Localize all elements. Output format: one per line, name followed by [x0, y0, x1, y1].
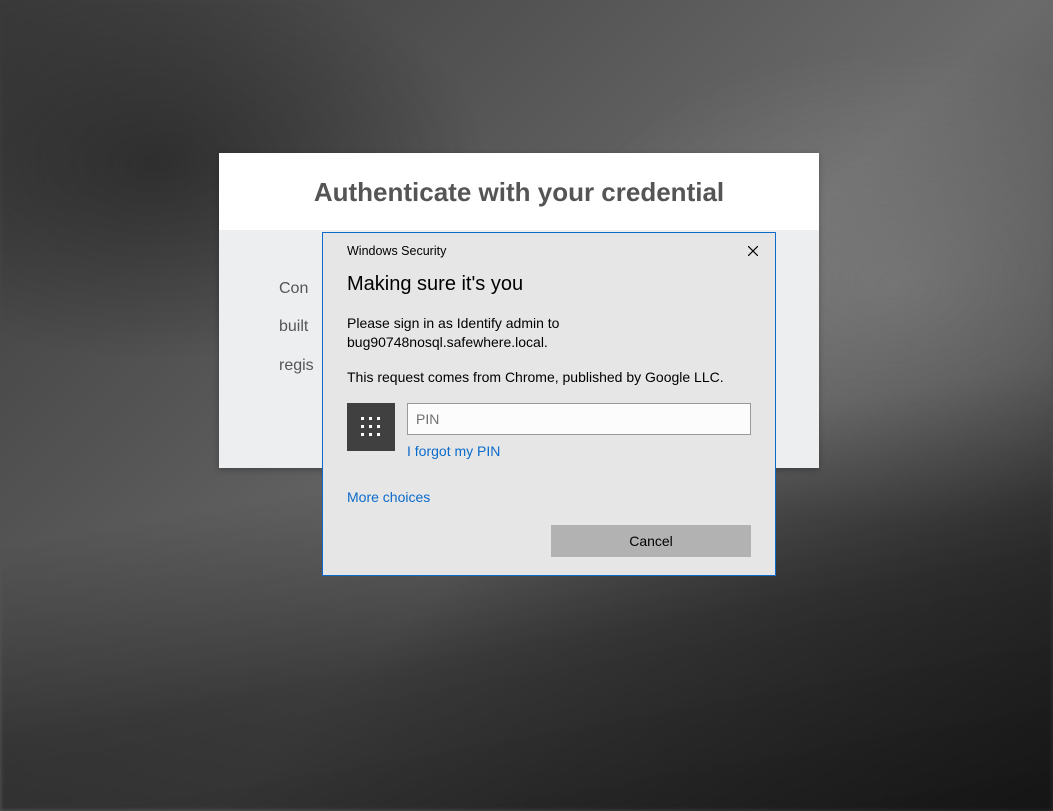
pin-pad-icon — [347, 403, 395, 451]
dialog-titlebar: Windows Security — [323, 233, 775, 263]
cancel-button[interactable]: Cancel — [551, 525, 751, 557]
close-icon — [748, 246, 758, 256]
dialog-message: This request comes from Chrome, publishe… — [347, 368, 751, 387]
windows-security-dialog: Windows Security Making sure it's you Pl… — [322, 232, 776, 576]
pin-input[interactable] — [407, 403, 751, 435]
dialog-message: Please sign in as Identify admin to bug9… — [347, 314, 751, 352]
dialog-content: Making sure it's you Please sign in as I… — [323, 263, 775, 575]
button-row: Cancel — [347, 525, 751, 557]
dialog-heading: Making sure it's you — [347, 273, 751, 296]
close-button[interactable] — [739, 239, 767, 263]
forgot-pin-link[interactable]: I forgot my PIN — [407, 443, 500, 459]
pin-row: I forgot my PIN — [347, 403, 751, 461]
card-header: Authenticate with your credential — [219, 153, 819, 230]
more-choices-link[interactable]: More choices — [347, 489, 430, 505]
dialog-titlebar-text: Windows Security — [347, 244, 446, 258]
card-title: Authenticate with your credential — [239, 177, 799, 208]
